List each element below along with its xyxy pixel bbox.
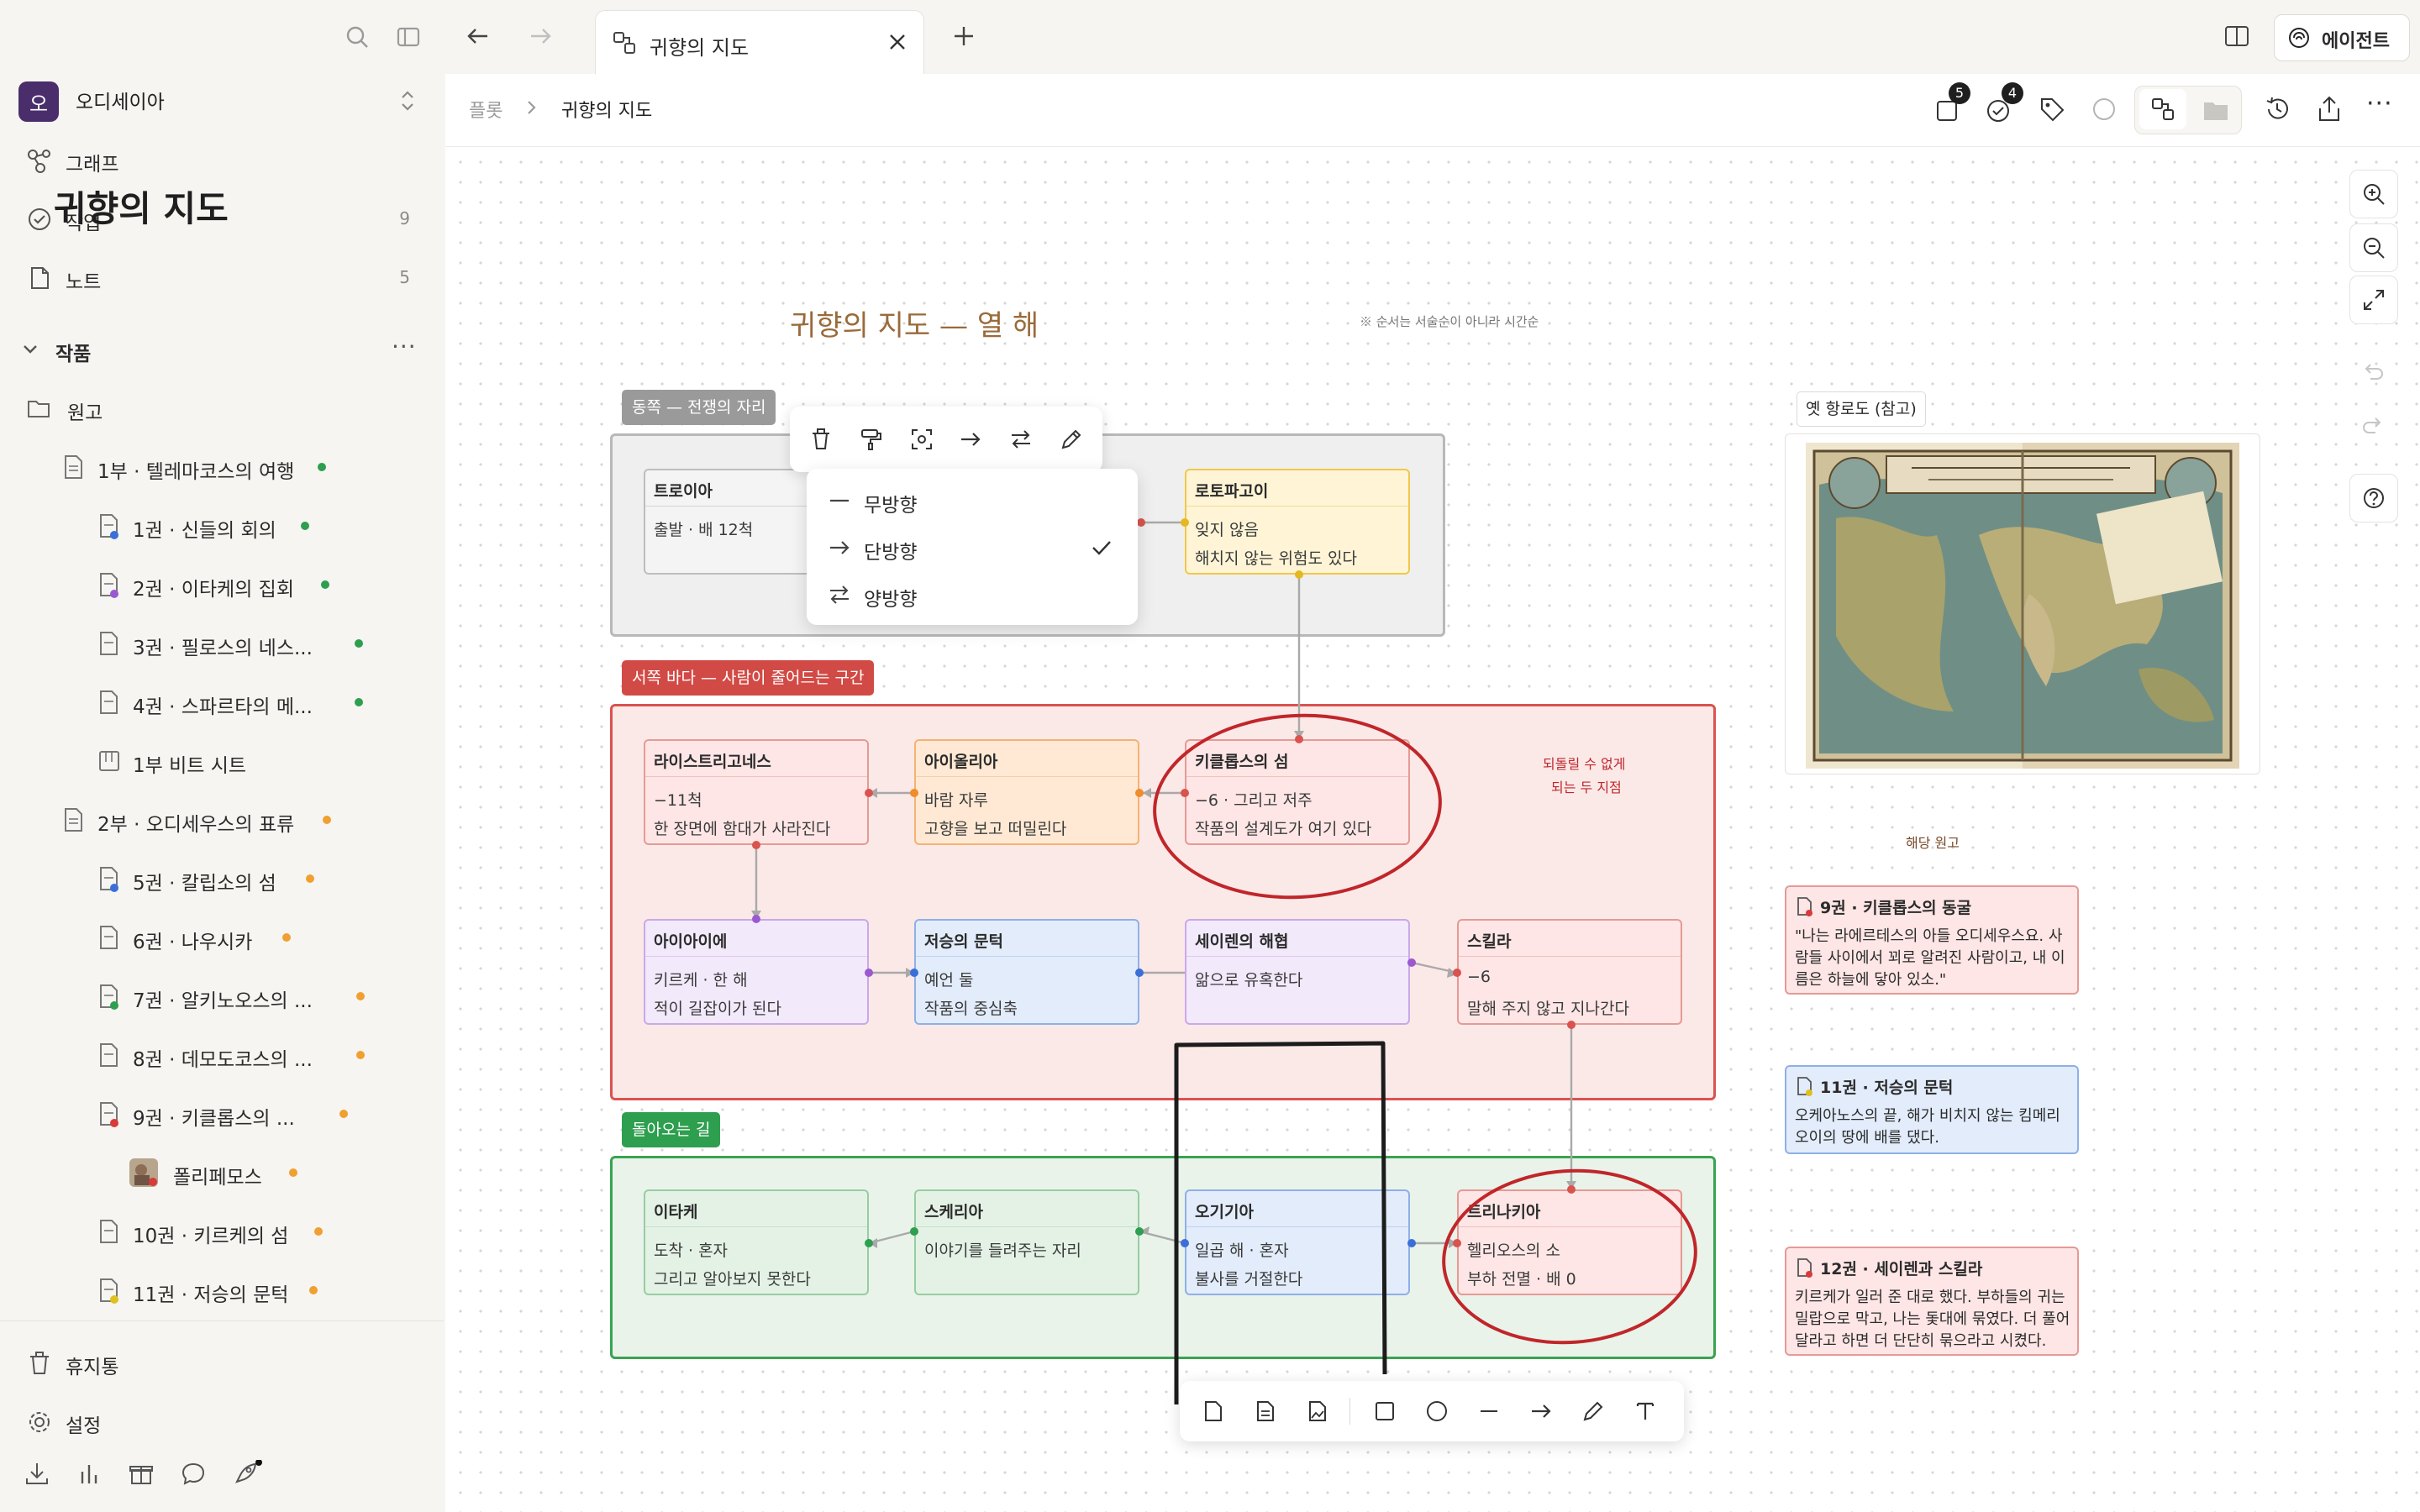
menu-item-directed[interactable]: 단방향 (807, 524, 1138, 571)
trash-icon[interactable] (805, 423, 837, 455)
rectangle-tool-icon[interactable] (1368, 1394, 1402, 1428)
pen-tool-icon[interactable] (1576, 1394, 1610, 1428)
undo-icon[interactable] (2349, 348, 2396, 395)
document-icon (1795, 1075, 1815, 1097)
note-body: 키르케가 일러 준 대로 했다. 부하들의 귀는 밀랍으로 막고, 나는 돛대에… (1795, 1289, 2070, 1350)
zoom-in-icon[interactable] (2349, 170, 2398, 218)
checkmark-icon (1089, 536, 1114, 559)
note-card-book9[interactable]: 9권 · 키클롭스의 동굴 "나는 라에르테스의 아들 오디세우스요. 사람들 … (1785, 885, 2079, 995)
paint-roller-icon[interactable] (855, 423, 887, 455)
image-tool-icon[interactable] (1301, 1394, 1334, 1428)
pencil-icon[interactable] (1055, 423, 1087, 455)
line-icon (827, 489, 852, 512)
arrow-tool-icon[interactable] (1524, 1394, 1558, 1428)
freehand-stroke[interactable] (1174, 1041, 1387, 1404)
menu-item-bidirectional[interactable]: 양방향 (807, 571, 1138, 618)
menu-label: 단방향 (864, 542, 918, 564)
port-dots (752, 518, 1576, 1247)
arrow-right-icon (827, 536, 852, 559)
text-tool-icon[interactable] (1628, 1394, 1662, 1428)
note-body: 오케아노스의 끝, 해가 비치지 않는 킴메리오이의 땅에 배를 댔다. (1795, 1107, 2060, 1147)
reference-image-frame[interactable] (1785, 433, 2260, 774)
related-note-label: 해당 원고 (1906, 835, 1960, 851)
note-card-book11[interactable]: 11권 · 저승의 문턱 오케아노스의 끝, 해가 비치지 않는 킴메리오이의 … (1785, 1065, 2079, 1154)
circle-note-line2: 되는 두 지점 (1551, 780, 1622, 795)
document-icon (1795, 1257, 1815, 1278)
line-tool-icon[interactable] (1472, 1394, 1506, 1428)
document-icon (1795, 895, 1815, 917)
document-tool-icon[interactable] (1249, 1394, 1282, 1428)
help-icon[interactable] (2349, 474, 2398, 522)
reference-label[interactable]: 옛 항로도 (참고) (1797, 391, 1926, 427)
arrow-right-icon[interactable] (955, 423, 986, 455)
note-title: 12권 · 세이렌과 스킬라 (1820, 1260, 1983, 1278)
redo-icon[interactable] (2349, 402, 2396, 449)
note-card-book12[interactable]: 12권 · 세이렌과 스킬라 키르케가 일러 준 대로 했다. 부하들의 귀는 … (1785, 1247, 2079, 1356)
fit-view-icon[interactable] (2349, 276, 2398, 324)
menu-label: 무방향 (864, 495, 918, 517)
old-map-image (1806, 443, 2239, 769)
toolbar-divider (1349, 1398, 1350, 1425)
swap-icon (827, 583, 852, 606)
note-title: 11권 · 저승의 문턱 (1820, 1079, 1954, 1097)
note-title: 9권 · 키클롭스의 동굴 (1820, 899, 1972, 917)
creation-toolbar (1180, 1381, 1684, 1441)
ellipse-tool-icon[interactable] (1420, 1394, 1454, 1428)
menu-item-undirected[interactable]: 무방향 (807, 477, 1138, 524)
note-tool-icon[interactable] (1197, 1394, 1230, 1428)
edge-toolbar (790, 407, 1102, 472)
swap-icon[interactable] (1005, 423, 1037, 455)
edge-direction-menu: 무방향 단방향 양방향 (807, 469, 1138, 625)
menu-label: 양방향 (864, 589, 918, 611)
zoom-out-icon[interactable] (2349, 223, 2398, 272)
focus-icon[interactable] (906, 423, 938, 455)
circle-note-line1: 되돌릴 수 없게 (1543, 756, 1626, 772)
note-body: "나는 라에르테스의 아들 오디세우스요. 사람들 사이에서 꾀로 알려진 사람… (1795, 927, 2065, 989)
